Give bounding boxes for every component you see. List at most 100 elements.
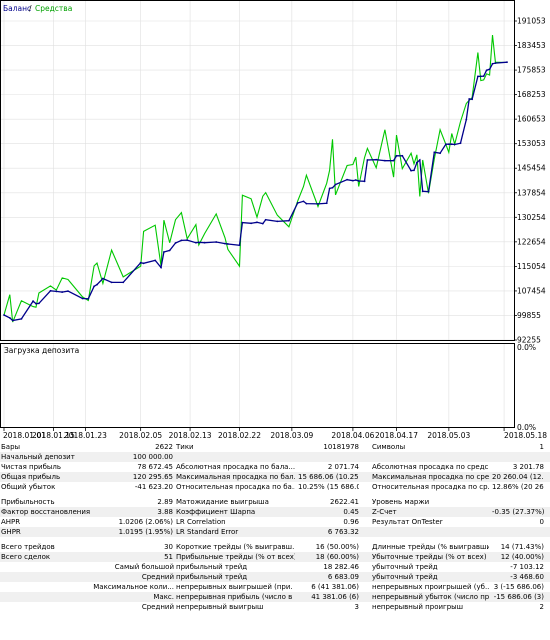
balance-point (49, 289, 52, 292)
balance-point (197, 241, 200, 244)
stat-value: 51 (164, 553, 173, 561)
stats-row: Всего сделок 51 Прибыльные трейды (% от вс… (0, 552, 550, 562)
statistics-table: Бары 2622 Тики 10181978 Символы 1 Начальный де… (0, 442, 550, 640)
stat-label: LR Correlation (176, 518, 226, 526)
stats-row: Макс. непрерывная прибыль (число в... 41 3… (0, 592, 550, 602)
y-tick-label: 153053 (517, 139, 546, 148)
deposit-load-min-label: 0.0% (517, 423, 536, 432)
stat-label: Результат OnTester (372, 518, 443, 526)
balance-point (174, 242, 177, 244)
deposit-load-title: Загрузка депозита (4, 346, 79, 355)
balance-point (328, 187, 331, 190)
stat-value: 12 (40.00%) (500, 553, 544, 561)
stat-value: -3 468.60 (510, 573, 544, 581)
stat-label: Символы (372, 443, 406, 451)
stats-row: Всего трейдов 30 Короткие трейды (% выигра… (0, 542, 550, 552)
stats-row: Самый большой прибыльный трейд 18 282.46 уб… (0, 562, 550, 572)
stat-label: Средний (141, 573, 174, 581)
legend-equity: Средства (35, 4, 72, 13)
stat-label: Матожидание выигрыша (176, 498, 269, 506)
stat-label: Самый большой (114, 563, 174, 571)
stat-label: Коэффициент Шарпа (176, 508, 256, 516)
stats-row: Максимальное коли... непрерывных выигрыше… (0, 582, 550, 592)
balance-point (354, 179, 357, 181)
stat-label: Общая прибыль (1, 473, 61, 481)
y-tick-label: 115054 (517, 262, 546, 271)
stats-row: Средний прибыльный трейд 6 683.09 убыточный… (0, 572, 550, 582)
stat-value: -7 103.12 (510, 563, 544, 571)
balance-point (331, 186, 334, 189)
balance-point (81, 297, 84, 300)
stats-row: GHPR 1.0195 (1.95%) LR Standard Error 6 763… (0, 527, 550, 537)
stat-label: Абсолютная просадка по бала... (176, 463, 295, 471)
stats-row: AHPR 1.0206 (2.06%) LR Correlation 0.96 Резу… (0, 517, 550, 527)
balance-point (186, 239, 189, 241)
balance-point (67, 290, 69, 292)
balance-point (168, 249, 171, 252)
stat-value: 1.0195 (1.95%) (118, 528, 173, 536)
balance-point (154, 259, 157, 262)
y-tick-label: 191053 (517, 17, 546, 26)
stat-value: 6 683.09 (327, 573, 359, 581)
balance-point (163, 251, 165, 253)
balance-point (11, 319, 14, 322)
balance-point (93, 285, 96, 288)
balance-point (160, 266, 162, 269)
balance-point (433, 151, 436, 154)
stats-row: Общий убыток -41 623.20 Относительная прос… (0, 482, 550, 492)
balance-point (317, 203, 319, 205)
balance-point (352, 179, 354, 182)
stat-value: 3 (354, 603, 359, 611)
balance-point (445, 143, 447, 146)
y-tick-label: 168253 (517, 90, 546, 99)
balance-point (101, 277, 104, 280)
balance-point (238, 244, 241, 247)
stat-value: 6 763.32 (327, 528, 359, 536)
balance-point (383, 159, 386, 162)
stat-label: Относительная просадка по ср... (372, 483, 489, 491)
stat-value: 2 071.74 (327, 463, 359, 471)
balance-equity-chart: 191053 183453 175853 168253 160653 153053 1454… (0, 0, 550, 442)
stat-label: Бары (1, 443, 21, 451)
balance-point (8, 316, 11, 319)
stats-row: Фактор восстановления 3.88 Коэффициент Шар… (0, 507, 550, 517)
stat-value: 1.0206 (2.06%) (118, 518, 173, 526)
stats-row: Средний непрерывный выигрыш 3 непрерывный п… (0, 602, 550, 612)
stat-value: 14 (71.43%) (500, 543, 544, 551)
stat-value: 1 (539, 443, 544, 451)
balance-point (479, 75, 482, 78)
stat-value: 10181978 (323, 443, 359, 451)
stat-label: Относительная просадка по ба... (176, 483, 295, 491)
y-tick-label: 145454 (517, 164, 546, 173)
stat-value: 2.89 (157, 498, 173, 506)
balance-point (482, 75, 485, 77)
balance-point (471, 98, 474, 101)
deposit-load-max-label: 0.0% (517, 343, 536, 352)
y-tick-label: 183453 (517, 41, 546, 50)
stat-label: Всего сделок (1, 553, 51, 561)
stat-value: 3 (-15 686.06) (493, 583, 544, 591)
stat-value: 2622.41 (330, 498, 359, 506)
x-tick-label: 2018.05.18 (504, 431, 547, 440)
stat-value: 0 (539, 518, 544, 526)
stat-value: 3 201.78 (512, 463, 544, 471)
stat-value: 18 (60.00%) (315, 553, 359, 561)
y-tick-label: 99855 (517, 311, 541, 320)
stats-row: Общая прибыль 120 295.65 Максимальная прос… (0, 472, 550, 482)
stat-label: Фактор восстановления (1, 508, 91, 516)
balance-point (395, 154, 398, 157)
balance-point (366, 159, 369, 161)
x-tick-label: 2018.01.23 (64, 431, 107, 440)
stat-label: Уровень маржи (372, 498, 430, 506)
balance-point (410, 169, 412, 172)
balance-point (224, 242, 226, 245)
stat-label: LR Standard Error (176, 528, 239, 536)
balance-point (288, 219, 290, 222)
balance-point (459, 142, 462, 145)
stat-value: 41 381.06 (6) (311, 593, 359, 601)
stat-label: Максимальная просадка по сре... (372, 473, 489, 481)
balance-point (96, 283, 98, 286)
balance-point (418, 159, 421, 161)
balance-point (485, 69, 488, 72)
balance-point (264, 218, 267, 221)
